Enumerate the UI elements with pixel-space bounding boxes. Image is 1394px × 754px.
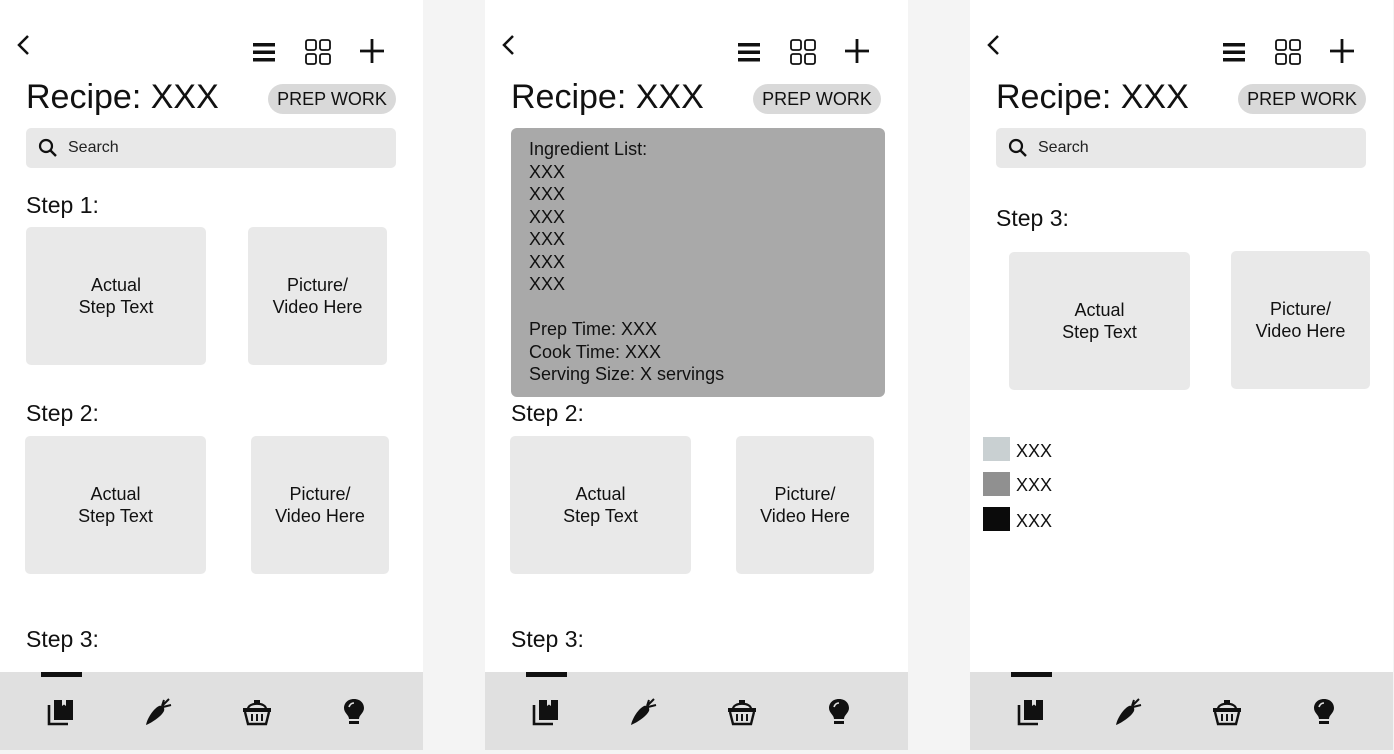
screen-prep-work-view: Recipe: XXX PREP WORK Ingredient List: X… [485, 0, 908, 750]
page-title: Recipe: XXX [26, 78, 219, 116]
step-heading: Step 1: [26, 192, 99, 218]
grid-view-icon[interactable] [1275, 39, 1301, 65]
active-tab-indicator [41, 672, 82, 677]
search-input[interactable]: Search [26, 128, 396, 168]
carrot-icon[interactable] [143, 697, 173, 727]
step-heading: Step 2: [511, 400, 584, 426]
grid-view-icon[interactable] [790, 39, 816, 65]
carrot-icon[interactable] [628, 697, 658, 727]
list-view-icon[interactable] [252, 40, 276, 64]
prep-work-button[interactable]: PREP WORK [753, 84, 881, 114]
step-heading: Step 3: [26, 626, 99, 652]
lightbulb-icon[interactable] [824, 697, 854, 727]
prep-work-button[interactable]: PREP WORK [1238, 84, 1366, 114]
add-icon[interactable] [843, 37, 871, 65]
media-card[interactable]: Picture/ Video Here [1231, 251, 1370, 389]
back-icon[interactable] [14, 32, 34, 60]
active-tab-indicator [1011, 672, 1052, 677]
add-icon[interactable] [358, 37, 386, 65]
ingredient-list-panel: Ingredient List: XXX XXX XXX XXX XXX XXX… [511, 128, 885, 397]
lightbulb-icon[interactable] [339, 697, 369, 727]
legend-label: XXX [1016, 441, 1053, 461]
step-heading: Step 3: [511, 626, 584, 652]
grid-view-icon[interactable] [305, 39, 331, 65]
search-input[interactable]: Search [996, 128, 1366, 168]
legend-label: XXX [1016, 511, 1053, 531]
list-view-icon[interactable] [1222, 40, 1246, 64]
search-placeholder: Search [1038, 139, 1089, 156]
legend-swatch [983, 472, 1010, 496]
prep-work-button[interactable]: PREP WORK [268, 84, 396, 114]
recipe-book-icon[interactable] [46, 697, 76, 727]
recipe-book-icon[interactable] [1016, 697, 1046, 727]
step-text-card[interactable]: Actual Step Text [26, 227, 206, 365]
carrot-icon[interactable] [1113, 697, 1143, 727]
legend-label: XXX [1016, 475, 1053, 495]
step-text-card[interactable]: Actual Step Text [25, 436, 206, 574]
step-text-card[interactable]: Actual Step Text [510, 436, 691, 574]
step-heading: Step 2: [26, 400, 99, 426]
screen-steps-view: Recipe: XXX PREP WORK Search Step 1: Act… [0, 0, 423, 750]
list-view-icon[interactable] [737, 40, 761, 64]
page-title: Recipe: XXX [996, 78, 1189, 116]
legend-swatch [983, 507, 1010, 531]
media-card[interactable]: Picture/ Video Here [251, 436, 389, 574]
media-card[interactable]: Picture/ Video Here [248, 227, 387, 365]
active-tab-indicator [526, 672, 567, 677]
page-title: Recipe: XXX [511, 78, 704, 116]
step-heading: Step 3: [996, 205, 1069, 231]
search-icon [1008, 138, 1027, 157]
basket-icon[interactable] [727, 697, 757, 727]
recipe-book-icon[interactable] [531, 697, 561, 727]
basket-icon[interactable] [1212, 697, 1242, 727]
lightbulb-icon[interactable] [1309, 697, 1339, 727]
search-icon [38, 138, 57, 157]
screen-step-detail-view: Recipe: XXX PREP WORK Search Step 3: Act… [970, 0, 1393, 750]
legend-swatch [983, 437, 1010, 461]
basket-icon[interactable] [242, 697, 272, 727]
add-icon[interactable] [1328, 37, 1356, 65]
back-icon[interactable] [984, 32, 1004, 60]
search-placeholder: Search [68, 139, 119, 156]
media-card[interactable]: Picture/ Video Here [736, 436, 874, 574]
step-text-card[interactable]: Actual Step Text [1009, 252, 1190, 390]
back-icon[interactable] [499, 32, 519, 60]
